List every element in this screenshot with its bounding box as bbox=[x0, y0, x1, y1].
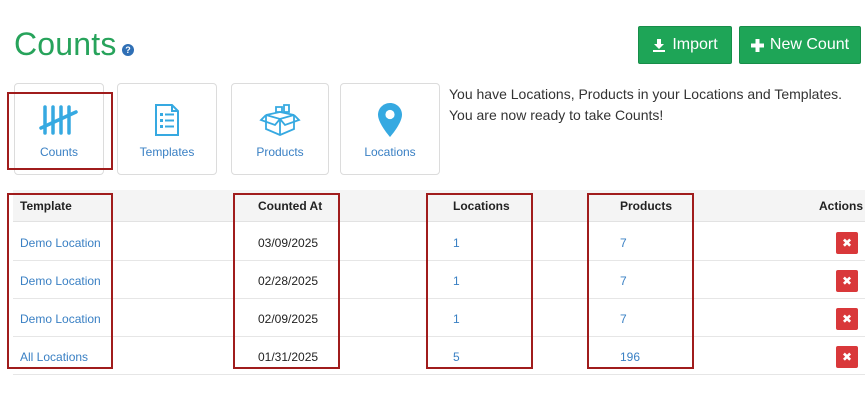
locations-count-link[interactable]: 5 bbox=[453, 350, 460, 364]
table-row: Demo Location 02/28/2025 1 7 ✖ bbox=[13, 261, 865, 299]
import-label: Import bbox=[672, 36, 718, 53]
info-line-1: You have Locations, Products in your Loc… bbox=[449, 86, 843, 102]
tile-templates[interactable]: Templates bbox=[117, 83, 217, 175]
box-icon bbox=[258, 102, 302, 138]
download-icon bbox=[653, 39, 666, 52]
checklist-icon bbox=[153, 102, 181, 138]
counted-at-value: 01/31/2025 bbox=[258, 350, 319, 364]
close-icon: ✖ bbox=[841, 312, 853, 326]
products-count-link[interactable]: 7 bbox=[620, 312, 627, 326]
counted-at-value: 02/09/2025 bbox=[258, 312, 319, 326]
tile-products[interactable]: Products bbox=[231, 83, 329, 175]
table-row: Demo Location 03/09/2025 1 7 ✖ bbox=[13, 223, 865, 261]
tile-templates-label: Templates bbox=[139, 145, 195, 159]
page-title: Counts bbox=[14, 26, 117, 62]
locations-count-link[interactable]: 1 bbox=[453, 274, 460, 288]
products-count-link[interactable]: 7 bbox=[620, 274, 627, 288]
delete-button[interactable]: ✖ bbox=[836, 308, 858, 330]
table-header: Template Counted At Locations Products A… bbox=[13, 190, 865, 222]
close-icon: ✖ bbox=[841, 274, 853, 288]
delete-button[interactable]: ✖ bbox=[836, 232, 858, 254]
plus-icon bbox=[750, 38, 764, 52]
close-icon: ✖ bbox=[841, 350, 853, 364]
template-link[interactable]: Demo Location bbox=[20, 312, 101, 326]
column-header-template[interactable]: Template bbox=[20, 199, 72, 213]
import-button[interactable]: Import bbox=[638, 26, 732, 64]
products-count-link[interactable]: 196 bbox=[620, 350, 640, 364]
tile-counts[interactable]: Counts bbox=[14, 83, 104, 175]
info-message: You have Locations, Products in your Loc… bbox=[449, 84, 859, 126]
counted-at-value: 02/28/2025 bbox=[258, 274, 319, 288]
column-header-locations[interactable]: Locations bbox=[453, 199, 510, 213]
products-count-link[interactable]: 7 bbox=[620, 236, 627, 250]
template-link[interactable]: Demo Location bbox=[20, 274, 101, 288]
table-row: Demo Location 02/09/2025 1 7 ✖ bbox=[13, 299, 865, 337]
tile-locations[interactable]: Locations bbox=[340, 83, 440, 175]
tally-icon bbox=[39, 102, 79, 138]
locations-count-link[interactable]: 1 bbox=[453, 312, 460, 326]
close-icon: ✖ bbox=[841, 236, 853, 250]
table-row: All Locations 01/31/2025 5 196 ✖ bbox=[13, 337, 865, 375]
new-count-button[interactable]: New Count bbox=[739, 26, 861, 64]
column-header-counted-at[interactable]: Counted At bbox=[258, 199, 322, 213]
column-header-products[interactable]: Products bbox=[620, 199, 672, 213]
locations-count-link[interactable]: 1 bbox=[453, 236, 460, 250]
help-icon[interactable]: ? bbox=[122, 44, 134, 56]
tile-counts-label: Counts bbox=[39, 145, 79, 159]
tile-locations-label: Locations bbox=[364, 145, 416, 159]
counted-at-value: 03/09/2025 bbox=[258, 236, 319, 250]
template-link[interactable]: All Locations bbox=[20, 350, 88, 364]
delete-button[interactable]: ✖ bbox=[836, 270, 858, 292]
column-header-actions: Actions bbox=[819, 199, 864, 213]
map-pin-icon bbox=[377, 102, 403, 138]
delete-button[interactable]: ✖ bbox=[836, 346, 858, 368]
new-count-label: New Count bbox=[769, 36, 850, 53]
info-line-2: You are now ready to take Counts! bbox=[449, 107, 664, 123]
template-link[interactable]: Demo Location bbox=[20, 236, 101, 250]
tile-products-label: Products bbox=[256, 145, 304, 159]
